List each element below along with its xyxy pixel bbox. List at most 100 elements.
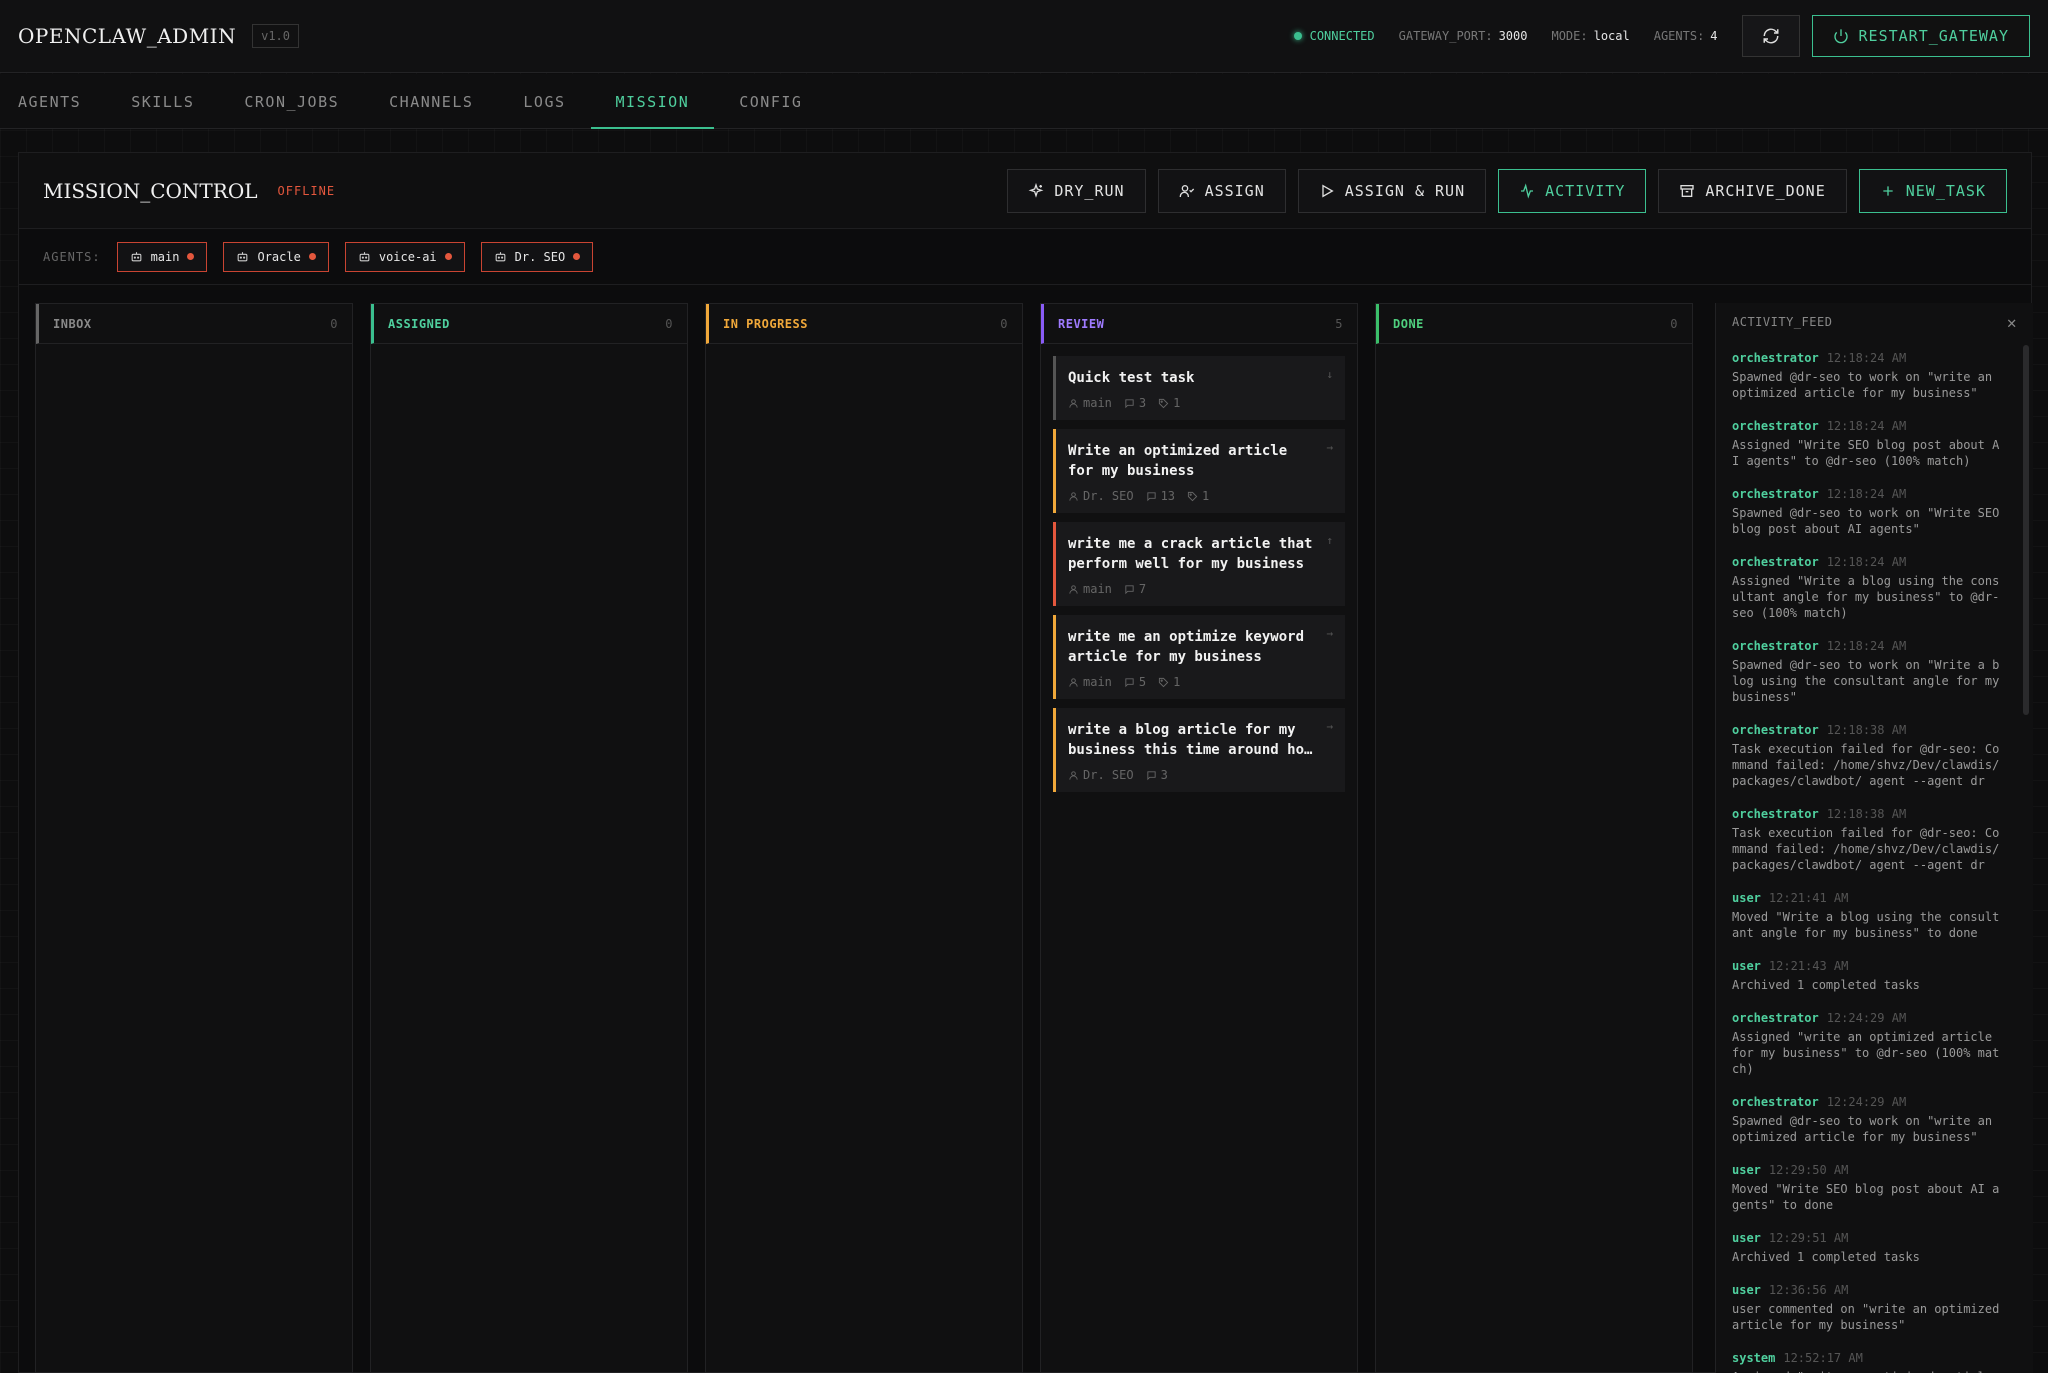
feed-message: Assigned "Write a blog using the consult… [1732, 574, 2000, 620]
feed-timestamp: 12:29:51 AM [1768, 1231, 1849, 1245]
feed-item: orchestrator 12:18:24 AM Spawned @dr-seo t… [1732, 347, 2005, 401]
column-assigned[interactable]: ASSIGNED 0 [370, 303, 688, 1373]
comment-icon [1125, 398, 1134, 408]
assign-button[interactable]: ASSIGN [1157, 168, 1286, 213]
activity-feed-header: ACTIVITY_FEED ✕ [1732, 312, 2017, 332]
feed-item-header: orchestrator 12:24:29 AM [1732, 1007, 2005, 1026]
task-agent: main [1068, 675, 1112, 689]
agents-count: AGENTS: 4 [1653, 29, 1718, 43]
user-icon [1069, 491, 1078, 501]
feed-actor: user [1732, 1231, 1761, 1245]
tab-agents[interactable]: AGENTS [18, 74, 106, 129]
archive-icon [1680, 184, 1695, 197]
priority-arrow-icon: ↑ [1326, 534, 1333, 547]
task-tags: 1 [1158, 396, 1180, 410]
mission-header: MISSION_CONTROL OFFLINE DRY_RUN ASSIGN A… [19, 153, 2031, 229]
priority-arrow-icon: → [1326, 720, 1333, 733]
tag-icon [1187, 491, 1198, 501]
tab-channels[interactable]: CHANNELS [364, 74, 498, 129]
task-card[interactable]: write me a crack article that perform we… [1053, 522, 1345, 606]
archive-done-button[interactable]: ARCHIVE_DONE [1658, 168, 1847, 213]
tab-logs[interactable]: LOGS [498, 74, 590, 129]
priority-arrow-icon: → [1326, 627, 1333, 640]
column-header: REVIEW 5 [1041, 304, 1357, 344]
task-card[interactable]: Quick test task ↓ main 3 1 [1053, 356, 1345, 420]
top-bar: OPENCLAW_ADMIN v1.0 CONNECTED GATEWAY_PO… [0, 0, 2048, 73]
feed-timestamp: 12:18:24 AM [1826, 639, 1907, 653]
column-header: IN PROGRESS 0 [706, 304, 1022, 344]
task-agent: Dr. SEO [1068, 489, 1134, 503]
mission-status-badge: OFFLINE [277, 183, 336, 198]
task-agent: main [1068, 396, 1112, 410]
task-title: write me an optimize keyword article for… [1068, 629, 1305, 665]
mode: MODE: local [1551, 29, 1630, 43]
feed-actor: user [1732, 1163, 1761, 1177]
tab-mission[interactable]: MISSION [590, 74, 715, 129]
mission-actions: DRY_RUN ASSIGN ASSIGN & RUN ACTIVITY ARC… [1007, 168, 2007, 213]
bot-icon [238, 252, 248, 262]
task-agent: Dr. SEO [1068, 768, 1134, 782]
column-count: 0 [330, 316, 338, 331]
tag-icon [1159, 677, 1169, 687]
feed-item-header: system 12:52:17 AM [1732, 1347, 2005, 1366]
task-title: write a blog article for my business thi… [1068, 722, 1313, 758]
feed-item: user 12:29:50 AM Moved "Write SEO blog pos… [1732, 1159, 2005, 1213]
dry-run-button[interactable]: DRY_RUN [1007, 168, 1146, 213]
feed-timestamp: 12:18:24 AM [1826, 555, 1907, 569]
agent-chip-dr-seo[interactable]: Dr. SEO [480, 241, 594, 272]
agents-label: AGENTS: [43, 249, 101, 264]
task-tags: 1 [1158, 675, 1180, 689]
bot-icon [359, 252, 370, 262]
task-card[interactable]: write a blog article for my business thi… [1053, 708, 1345, 792]
refresh-button[interactable] [1741, 15, 1800, 57]
tab-config[interactable]: CONFIG [714, 74, 827, 129]
power-icon [1833, 29, 1848, 44]
feed-timestamp: 12:24:29 AM [1826, 1011, 1907, 1025]
column-done[interactable]: DONE 0 [1375, 303, 1693, 1373]
feed-actor: user [1732, 959, 1761, 973]
task-card[interactable]: Write an optimized article for my busine… [1053, 429, 1345, 513]
agent-chip-main[interactable]: main [116, 241, 208, 272]
feed-item: user 12:36:56 AM user commented on "write … [1732, 1279, 2005, 1333]
mission-title: MISSION_CONTROL [43, 178, 258, 203]
column-review[interactable]: REVIEW 5 Quick test task ↓ main 3 1 Writ… [1040, 303, 1358, 1373]
feed-item: orchestrator 12:18:24 AM Assigned "Write a… [1732, 551, 2005, 621]
activity-feed-list: orchestrator 12:18:24 AM Spawned @dr-seo t… [1716, 341, 2033, 1373]
column-header: ASSIGNED 0 [371, 304, 687, 344]
task-card[interactable]: write me an optimize keyword article for… [1053, 615, 1345, 699]
column-inbox[interactable]: INBOX 0 [35, 303, 353, 1373]
feed-timestamp: 12:52:17 AM [1783, 1351, 1863, 1365]
activity-button[interactable]: ACTIVITY [1498, 168, 1647, 213]
kanban-board: INBOX 0 ASSIGNED 0 IN PROGRESS 0 REVIEW … [35, 303, 1695, 1373]
new-task-button[interactable]: NEW_TASK [1858, 168, 2007, 213]
tab-skills[interactable]: SKILLS [106, 74, 219, 129]
brand-title: OPENCLAW_ADMIN [18, 24, 237, 48]
feed-scrollbar[interactable] [2023, 345, 2029, 715]
feed-timestamp: 12:36:56 AM [1768, 1283, 1849, 1297]
task-title: write me a crack article that perform we… [1068, 536, 1313, 572]
feed-item-header: user 12:36:56 AM [1732, 1279, 2005, 1298]
feed-actor: orchestrator [1732, 487, 1819, 501]
sparkle-icon [1028, 182, 1044, 198]
task-comments: 5 [1124, 675, 1146, 689]
feed-timestamp: 12:18:24 AM [1826, 351, 1907, 365]
priority-arrow-icon: → [1326, 441, 1333, 454]
feed-timestamp: 12:18:24 AM [1826, 487, 1907, 501]
feed-actor: orchestrator [1732, 807, 1819, 821]
assign-and-run-button[interactable]: ASSIGN & RUN [1297, 168, 1487, 213]
agent-chip-oracle[interactable]: Oracle [223, 241, 329, 272]
column-header: DONE 0 [1376, 304, 1692, 344]
task-meta: main 7 [1068, 582, 1331, 596]
close-icon[interactable]: ✕ [2007, 313, 2017, 332]
tab-cron-jobs[interactable]: CRON_JOBS [219, 74, 364, 129]
mission-panel: MISSION_CONTROL OFFLINE DRY_RUN ASSIGN A… [18, 152, 2033, 1373]
task-meta: main 3 1 [1068, 396, 1331, 410]
agent-chip-voice-ai[interactable]: voice-ai [344, 241, 465, 272]
restart-gateway-button[interactable]: RESTART_GATEWAY [1811, 15, 2030, 57]
feed-item: user 12:21:41 AM Moved "Write a blog using… [1732, 887, 2005, 941]
feed-item: orchestrator 12:18:24 AM Spawned @dr-seo t… [1732, 635, 2005, 705]
feed-item-header: user 12:21:43 AM [1732, 955, 2005, 974]
feed-item-header: orchestrator 12:18:24 AM [1732, 551, 2005, 570]
connection-status: CONNECTED [1293, 29, 1375, 43]
column-in-progress[interactable]: IN PROGRESS 0 [705, 303, 1023, 1373]
